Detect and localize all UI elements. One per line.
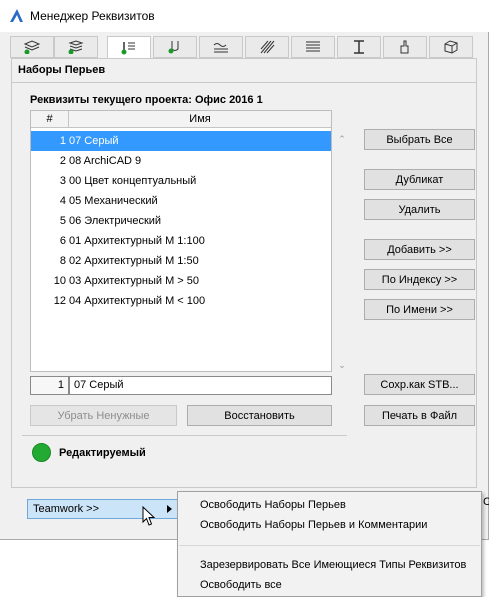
list-item-name: 01 Архитектурный М 1:100 bbox=[69, 235, 205, 247]
tab-pen-sets[interactable] bbox=[107, 36, 151, 59]
title-bar: Менеджер Реквизитов bbox=[0, 0, 489, 32]
list-item[interactable]: 3 00 Цвет концептуальный bbox=[31, 171, 331, 191]
list-rows: 1 07 Серый 2 08 ArchiCAD 9 3 00 Цвет концепту… bbox=[31, 131, 331, 311]
current-name-field[interactable]: 07 Серый bbox=[69, 376, 332, 395]
list-item-number: 12 bbox=[53, 295, 66, 307]
print-to-file-button[interactable]: Печать в Файл bbox=[364, 405, 475, 426]
tab-line-types[interactable] bbox=[199, 36, 243, 58]
list-item[interactable]: 2 08 ArchiCAD 9 bbox=[31, 151, 331, 171]
tab-building-materials[interactable] bbox=[429, 36, 473, 58]
list-item-number: 3 bbox=[59, 175, 66, 187]
column-header-number[interactable]: # bbox=[31, 111, 69, 128]
current-index-field[interactable]: 1 bbox=[30, 376, 69, 395]
save-as-stb-button[interactable]: Сохр.как STB... bbox=[364, 374, 475, 395]
project-attributes-label: Реквизиты текущего проекта: Офис 2016 1 bbox=[30, 94, 263, 106]
menu-item-reserve-all[interactable]: Зарезервировать Все Имеющиеся Типы Рекви… bbox=[200, 559, 466, 571]
tab-pens[interactable] bbox=[153, 36, 197, 58]
list-item-number: 1 bbox=[59, 135, 66, 147]
list-item[interactable]: 8 02 Архитектурный М 1:50 bbox=[31, 251, 331, 271]
restore-button[interactable]: Восстановить bbox=[187, 405, 332, 426]
list-item-number: 2 bbox=[59, 155, 66, 167]
tab-surfaces[interactable] bbox=[383, 36, 427, 58]
list-item-name: 07 Серый bbox=[69, 135, 119, 147]
tab-profiles[interactable] bbox=[337, 36, 381, 58]
fill-types-icon bbox=[260, 40, 275, 54]
clipped-edge-text: С bbox=[483, 496, 489, 508]
layers-icon bbox=[23, 40, 41, 54]
by-index-button[interactable]: По Индексу >> bbox=[364, 269, 475, 290]
teamwork-label: Teamwork >> bbox=[33, 503, 100, 515]
list-item-name: 04 Архитектурный М < 100 bbox=[69, 295, 206, 307]
surfaces-icon bbox=[400, 40, 409, 54]
status-divider bbox=[22, 435, 347, 436]
list-item[interactable]: 4 05 Механический bbox=[31, 191, 331, 211]
list-item-name: 03 Архитектурный М > 50 bbox=[69, 275, 200, 287]
scroll-down-icon[interactable]: ⌄ bbox=[336, 360, 348, 370]
editable-status-label: Редактируемый bbox=[59, 447, 146, 459]
duplicate-button[interactable]: Дубликат bbox=[364, 169, 475, 190]
by-name-button[interactable]: По Имени >> bbox=[364, 299, 475, 320]
list-item[interactable]: 1 07 Серый bbox=[31, 131, 331, 151]
attribute-tab-bar bbox=[0, 36, 489, 59]
list-item[interactable]: 12 04 Архитектурный М < 100 bbox=[31, 291, 331, 311]
editable-status-icon bbox=[32, 443, 51, 462]
window-title: Менеджер Реквизитов bbox=[30, 9, 155, 23]
list-item-name: 06 Электрический bbox=[69, 215, 162, 227]
remove-unused-button[interactable]: Убрать Ненужные bbox=[30, 405, 177, 426]
attribute-manager-window: Менеджер Реквизитов Наборы Перьев Реквиз… bbox=[0, 0, 489, 540]
delete-button[interactable]: Удалить bbox=[364, 199, 475, 220]
list-item-number: 6 bbox=[59, 235, 66, 247]
tab-fill-types[interactable] bbox=[245, 36, 289, 58]
composites-icon bbox=[306, 41, 320, 52]
menu-item-release-pen-sets[interactable]: Освободить Наборы Перьев bbox=[200, 499, 346, 511]
tab-layer-combinations[interactable] bbox=[54, 36, 98, 58]
menu-item-release-pen-sets-comments[interactable]: Освободить Наборы Перьев и Комментарии bbox=[200, 519, 427, 531]
column-header-name[interactable]: Имя bbox=[69, 111, 331, 128]
list-item-name: 02 Архитектурный М 1:50 bbox=[69, 255, 199, 267]
list-item-name: 00 Цвет концептуальный bbox=[69, 175, 197, 187]
list-item-name: 08 ArchiCAD 9 bbox=[69, 155, 142, 167]
pen-icon bbox=[168, 41, 179, 54]
pen-sets-icon bbox=[121, 41, 135, 54]
list-item-number: 5 bbox=[59, 215, 66, 227]
select-all-button[interactable]: Выбрать Все bbox=[364, 129, 475, 150]
list-item[interactable]: 5 06 Электрический bbox=[31, 211, 331, 231]
panel-divider bbox=[12, 82, 476, 83]
panel-title: Наборы Перьев bbox=[18, 64, 106, 76]
tab-composites[interactable] bbox=[291, 36, 335, 58]
profiles-icon bbox=[354, 40, 364, 54]
list-item-number: 4 bbox=[59, 195, 66, 207]
submenu-arrow-icon bbox=[167, 505, 172, 513]
building-materials-icon bbox=[444, 40, 458, 54]
add-button[interactable]: Добавить >> bbox=[364, 239, 475, 260]
tab-layers[interactable] bbox=[10, 36, 54, 58]
layer-combinations-icon bbox=[68, 40, 84, 54]
menu-separator bbox=[179, 545, 480, 546]
list-item-number: 8 bbox=[59, 255, 66, 267]
pen-set-list[interactable]: # Имя 1 07 Серый 2 08 ArchiCAD 9 3 00 Цвет ко… bbox=[30, 110, 332, 372]
line-types-icon bbox=[213, 43, 228, 53]
teamwork-popup-menu: Освободить Наборы Перьев Освободить Набо… bbox=[177, 491, 482, 597]
mouse-pointer-icon bbox=[142, 506, 156, 526]
teamwork-menu-button[interactable]: Teamwork >> bbox=[27, 499, 179, 519]
list-item[interactable]: 6 01 Архитектурный М 1:100 bbox=[31, 231, 331, 251]
scroll-up-icon[interactable]: ⌃ bbox=[336, 134, 348, 144]
archicad-logo-icon bbox=[10, 9, 23, 22]
list-item[interactable]: 10 03 Архитектурный М > 50 bbox=[31, 271, 331, 291]
list-item-number: 10 bbox=[53, 275, 66, 287]
list-item-name: 05 Механический bbox=[69, 195, 158, 207]
menu-item-release-all[interactable]: Освободить все bbox=[200, 579, 282, 591]
